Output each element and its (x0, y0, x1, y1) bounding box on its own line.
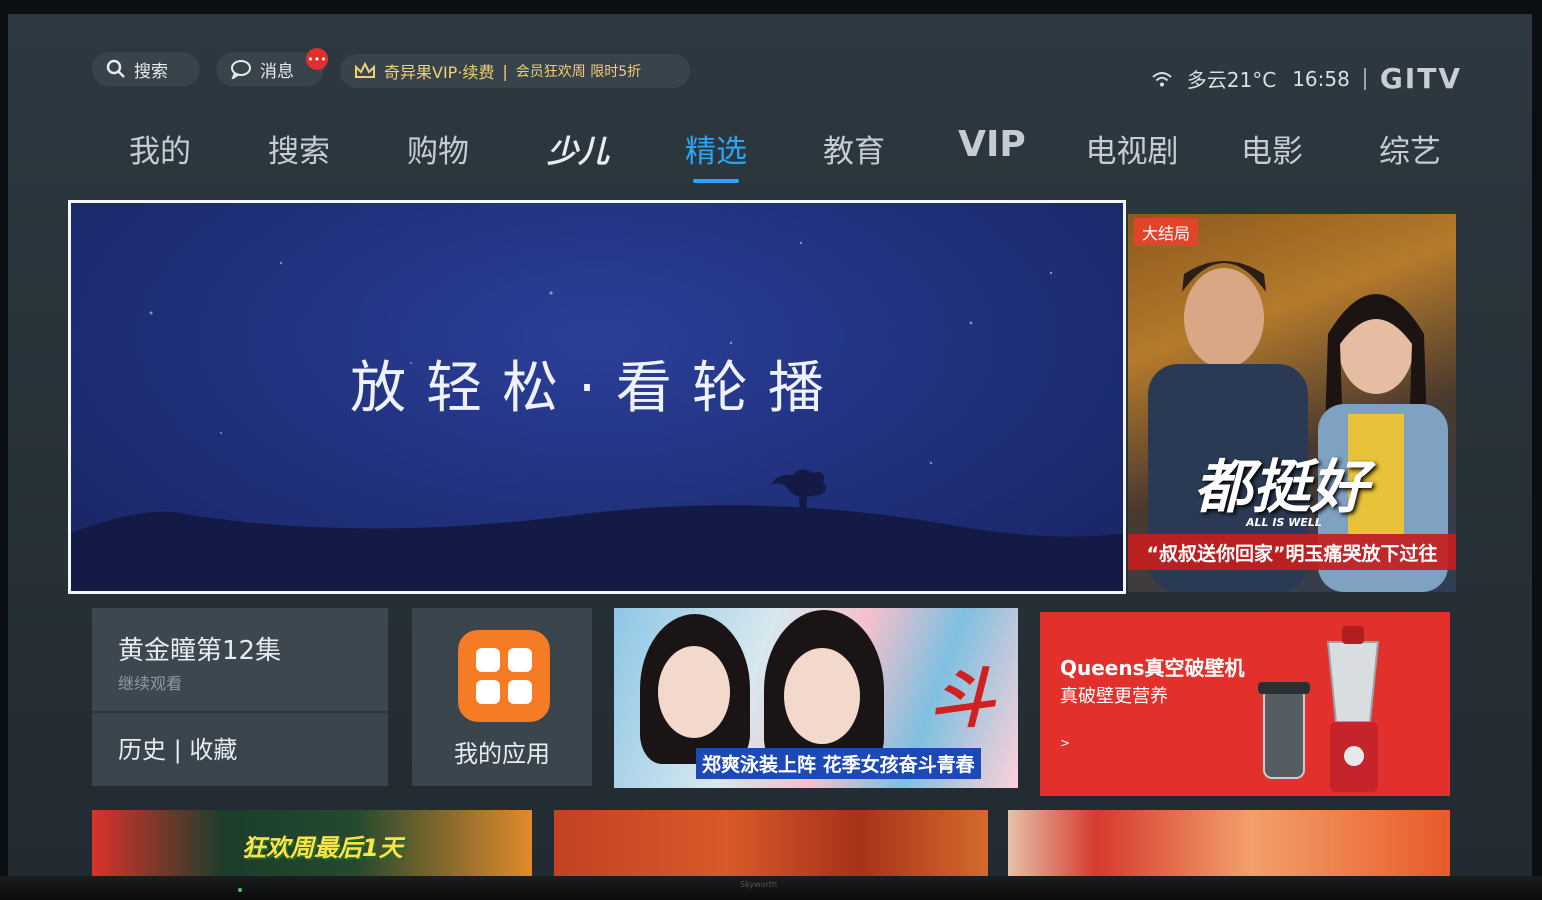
brand-logo: GITV (1379, 62, 1462, 95)
search-icon (106, 59, 125, 78)
hero-title: 放轻松·看轮播 (350, 356, 844, 421)
animation-thumbnail-card[interactable] (1008, 810, 1450, 876)
ad-arrow-icon: > (1060, 736, 1071, 750)
weather-text: 多云21°C (1186, 68, 1277, 92)
featured-drama-card[interactable]: 大结局 都挺好 ALL IS WELL “叔叔送你回家”明玉痛哭放下过往 (1128, 214, 1456, 592)
tab-vip[interactable]: VIP (958, 124, 1026, 165)
tv-brand-label: Skyworth (740, 880, 778, 889)
vip-separator: | (502, 61, 508, 81)
blender-product-image (1258, 626, 1380, 792)
history-card[interactable]: 黄金瞳第12集 继续观看 历史 | 收藏 (92, 608, 388, 786)
status-divider (1363, 67, 1366, 90)
history-divider (92, 711, 388, 713)
vip-label: 奇异果VIP·续费 (384, 63, 495, 82)
messages-label: 消息 (260, 61, 294, 82)
promo-caption: 郑爽泳装上阵 花季女孩奋斗青春 (696, 748, 981, 779)
clock-text: 16:58 (1292, 66, 1350, 91)
ad-title: Queens真空破壁机 (1060, 656, 1245, 680)
continue-watching-title: 黄金瞳第12集 (118, 636, 282, 666)
notification-badge: ••• (306, 48, 328, 70)
continue-watching-subtitle: 继续观看 (118, 674, 183, 693)
finale-badge: 大结局 (1134, 218, 1199, 246)
festival-banner-text: 狂欢周最后1天 (242, 834, 403, 862)
tab-mine[interactable]: 我的 (129, 126, 191, 171)
crown-icon (355, 62, 375, 78)
my-apps-label: 我的应用 (454, 740, 550, 768)
drama-logo: 斗 (930, 663, 994, 737)
tab-featured[interactable]: 精选 (685, 126, 747, 171)
carousel-hero-card[interactable]: 放轻松·看轮播 (68, 200, 1126, 594)
vip-renew-button[interactable]: 奇异果VIP·续费 | 会员狂欢周 限时5折 (340, 54, 690, 88)
actress-face-left (658, 646, 730, 738)
my-apps-card[interactable]: 我的应用 (412, 608, 592, 786)
ad-subtitle: 真破壁更营养 (1060, 686, 1168, 707)
drama-caption: “叔叔送你回家”明玉痛哭放下过往 (1128, 534, 1456, 570)
vip-promo: 会员狂欢周 限时5折 (515, 64, 642, 80)
tab-shopping[interactable]: 购物 (407, 126, 469, 171)
tab-kids[interactable]: 少儿 (547, 126, 609, 171)
power-led (238, 888, 242, 892)
message-icon (231, 60, 251, 79)
tab-education[interactable]: 教育 (823, 126, 885, 171)
tab-variety[interactable]: 综艺 (1379, 126, 1441, 171)
apps-grid-icon (458, 630, 550, 722)
movie-thumbnail-card[interactable] (554, 810, 988, 876)
tv-screen: 搜索 消息 ••• 奇异果VIP·续费 | 会员狂欢周 限时5折 多云21°C … (8, 14, 1532, 876)
messages-button[interactable]: 消息 ••• (216, 48, 328, 86)
tab-tv-series[interactable]: 电视剧 (1086, 126, 1179, 171)
tab-movies[interactable]: 电影 (1241, 126, 1303, 171)
wifi-icon (1152, 71, 1172, 86)
ad-blender-card[interactable]: Queens真空破壁机 真破壁更营养 > (1040, 612, 1450, 796)
status-bar: 多云21°C 16:58 GITV (1151, 62, 1462, 95)
history-favorites-link[interactable]: 历史 | 收藏 (118, 730, 237, 765)
banner-festival-card[interactable]: 狂欢周最后1天 (92, 810, 532, 876)
main-nav: 我的 搜索 购物 少儿 精选 教育 VIP 电视剧 电影 综艺 (98, 124, 1528, 186)
search-button[interactable]: 搜索 (92, 52, 200, 86)
drama-title-art: 都挺好 (1194, 453, 1369, 521)
tab-search[interactable]: 搜索 (268, 126, 330, 171)
drama-subtitle: ALL IS WELL (1246, 516, 1322, 529)
search-label: 搜索 (134, 61, 168, 82)
actress-face-right (784, 648, 860, 744)
drama-promo-card[interactable]: 斗 郑爽泳装上阵 花季女孩奋斗青春 (614, 608, 1018, 788)
